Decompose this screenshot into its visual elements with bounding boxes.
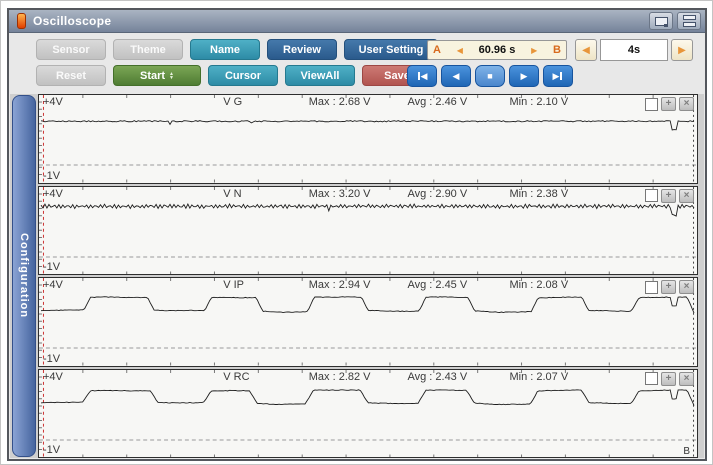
transport-controls: ◀ ◀ ■ ▶ ▶ [407,65,573,87]
close-icon[interactable]: × [679,280,694,294]
b-cursor-label: B [683,446,690,457]
avg-stat: Avg : 2.90 V [407,188,467,200]
skip-to-end-button[interactable]: ▶ [543,65,573,87]
close-icon[interactable]: × [679,372,694,386]
min-stat: Min : 2.10 V [509,96,568,108]
timebase-control: ◀ 4s ▶ [575,39,693,61]
app-icon [17,13,26,29]
skip-to-start-button[interactable]: ◀ [407,65,437,87]
screenshot-frame: Oscilloscope Sensor Theme Name Review Us… [0,0,713,465]
zoom-in-icon[interactable]: + [661,280,676,294]
stop-button[interactable]: ■ [475,65,505,87]
cursor-b-label: B [553,44,561,56]
max-stat: Max : 2.82 V [309,371,371,383]
avg-stat: Avg : 2.43 V [407,371,467,383]
stacked-bars-icon [683,15,696,27]
channel-name: V N [223,188,241,200]
max-stat: Max : 2.94 V [309,279,371,291]
play-forward-button[interactable]: ▶ [509,65,539,87]
min-stat: Min : 2.38 V [509,188,568,200]
zoom-in-icon[interactable]: + [661,189,676,203]
plot-area: Configuration +4V V G Max : 2.68 V Avg :… [10,94,704,458]
layout-button[interactable] [677,12,701,30]
channel-panel-vip: +4V V IP Max : 2.94 V Avg : 2.45 V Min :… [38,277,698,367]
channel-select-checkbox[interactable] [645,98,658,111]
user-setting-button[interactable]: User Setting [344,39,438,60]
cursor-a-label: A [433,44,441,56]
y-min-label: -1V [43,353,60,365]
y-max-label: +4V [43,279,63,291]
sensor-button[interactable]: Sensor [36,39,106,60]
bar-icon [560,72,562,80]
viewall-button[interactable]: ViewAll [285,65,355,86]
channel-name: V G [223,96,242,108]
oscilloscope-window: Oscilloscope Sensor Theme Name Review Us… [7,8,707,461]
timebase-value: 4s [600,39,668,61]
snapshot-button[interactable] [649,12,673,30]
cursor-a-arrow-icon[interactable]: ◀ [457,46,463,55]
bar-icon [418,72,420,80]
right-arrow-icon: ▶ [678,45,686,56]
zoom-in-icon[interactable]: + [661,97,676,111]
channel-name: V IP [223,279,244,291]
title-bar: Oscilloscope [9,10,705,33]
channel-select-checkbox[interactable] [645,281,658,294]
channel-stack: +4V V G Max : 2.68 V Avg : 2.46 V Min : … [38,94,698,458]
time-controls: A ◀ 60.96 s ▶ B ◀ 4s ▶ [427,39,693,61]
min-stat: Min : 2.08 V [509,279,568,291]
waveform-canvas [39,95,697,183]
y-max-label: +4V [43,188,63,200]
theme-button[interactable]: Theme [113,39,183,60]
avg-stat: Avg : 2.45 V [407,279,467,291]
play-backward-button[interactable]: ◀ [441,65,471,87]
spinner-icon[interactable]: ▲▼ [169,72,174,80]
min-stat: Min : 2.07 V [509,371,568,383]
waveform-canvas [39,370,697,458]
max-stat: Max : 3.20 V [309,188,371,200]
y-min-label: -1V [43,444,60,456]
start-button[interactable]: Start ▲▼ [113,65,201,86]
close-icon[interactable]: × [679,189,694,203]
timebase-decrease-button[interactable]: ◀ [575,39,597,61]
waveform-canvas [39,187,697,275]
y-min-label: -1V [43,261,60,273]
timebase-increase-button[interactable]: ▶ [671,39,693,61]
ab-interval-value: 60.96 s [479,44,516,56]
avg-stat: Avg : 2.46 V [407,96,467,108]
waveform-canvas [39,278,697,366]
configuration-tab[interactable]: Configuration [12,95,36,457]
channel-panel-vg: +4V V G Max : 2.68 V Avg : 2.46 V Min : … [38,94,698,184]
review-button[interactable]: Review [267,39,337,60]
cursor-button[interactable]: Cursor [208,65,278,86]
channel-panel-vn: +4V V N Max : 3.20 V Avg : 2.90 V Min : … [38,186,698,276]
channel-name: V RC [223,371,249,383]
y-min-label: -1V [43,170,60,182]
ab-interval-field[interactable]: A ◀ 60.96 s ▶ B [427,40,567,60]
channel-select-checkbox[interactable] [645,372,658,385]
left-arrow-icon: ◀ [582,45,590,56]
cursor-b-arrow-icon[interactable]: ▶ [531,46,537,55]
y-max-label: +4V [43,371,63,383]
close-icon[interactable]: × [679,97,694,111]
max-stat: Max : 2.68 V [309,96,371,108]
channel-select-checkbox[interactable] [645,189,658,202]
reset-button[interactable]: Reset [36,65,106,86]
y-max-label: +4V [43,96,63,108]
name-button[interactable]: Name [190,39,260,60]
zoom-in-icon[interactable]: + [661,372,676,386]
toolbar: Sensor Theme Name Review User Setting Re… [9,33,705,93]
channel-panel-vrc: +4V V RC Max : 2.82 V Avg : 2.43 V Min :… [38,369,698,459]
window-title: Oscilloscope [33,14,111,28]
monitor-icon [655,17,668,26]
